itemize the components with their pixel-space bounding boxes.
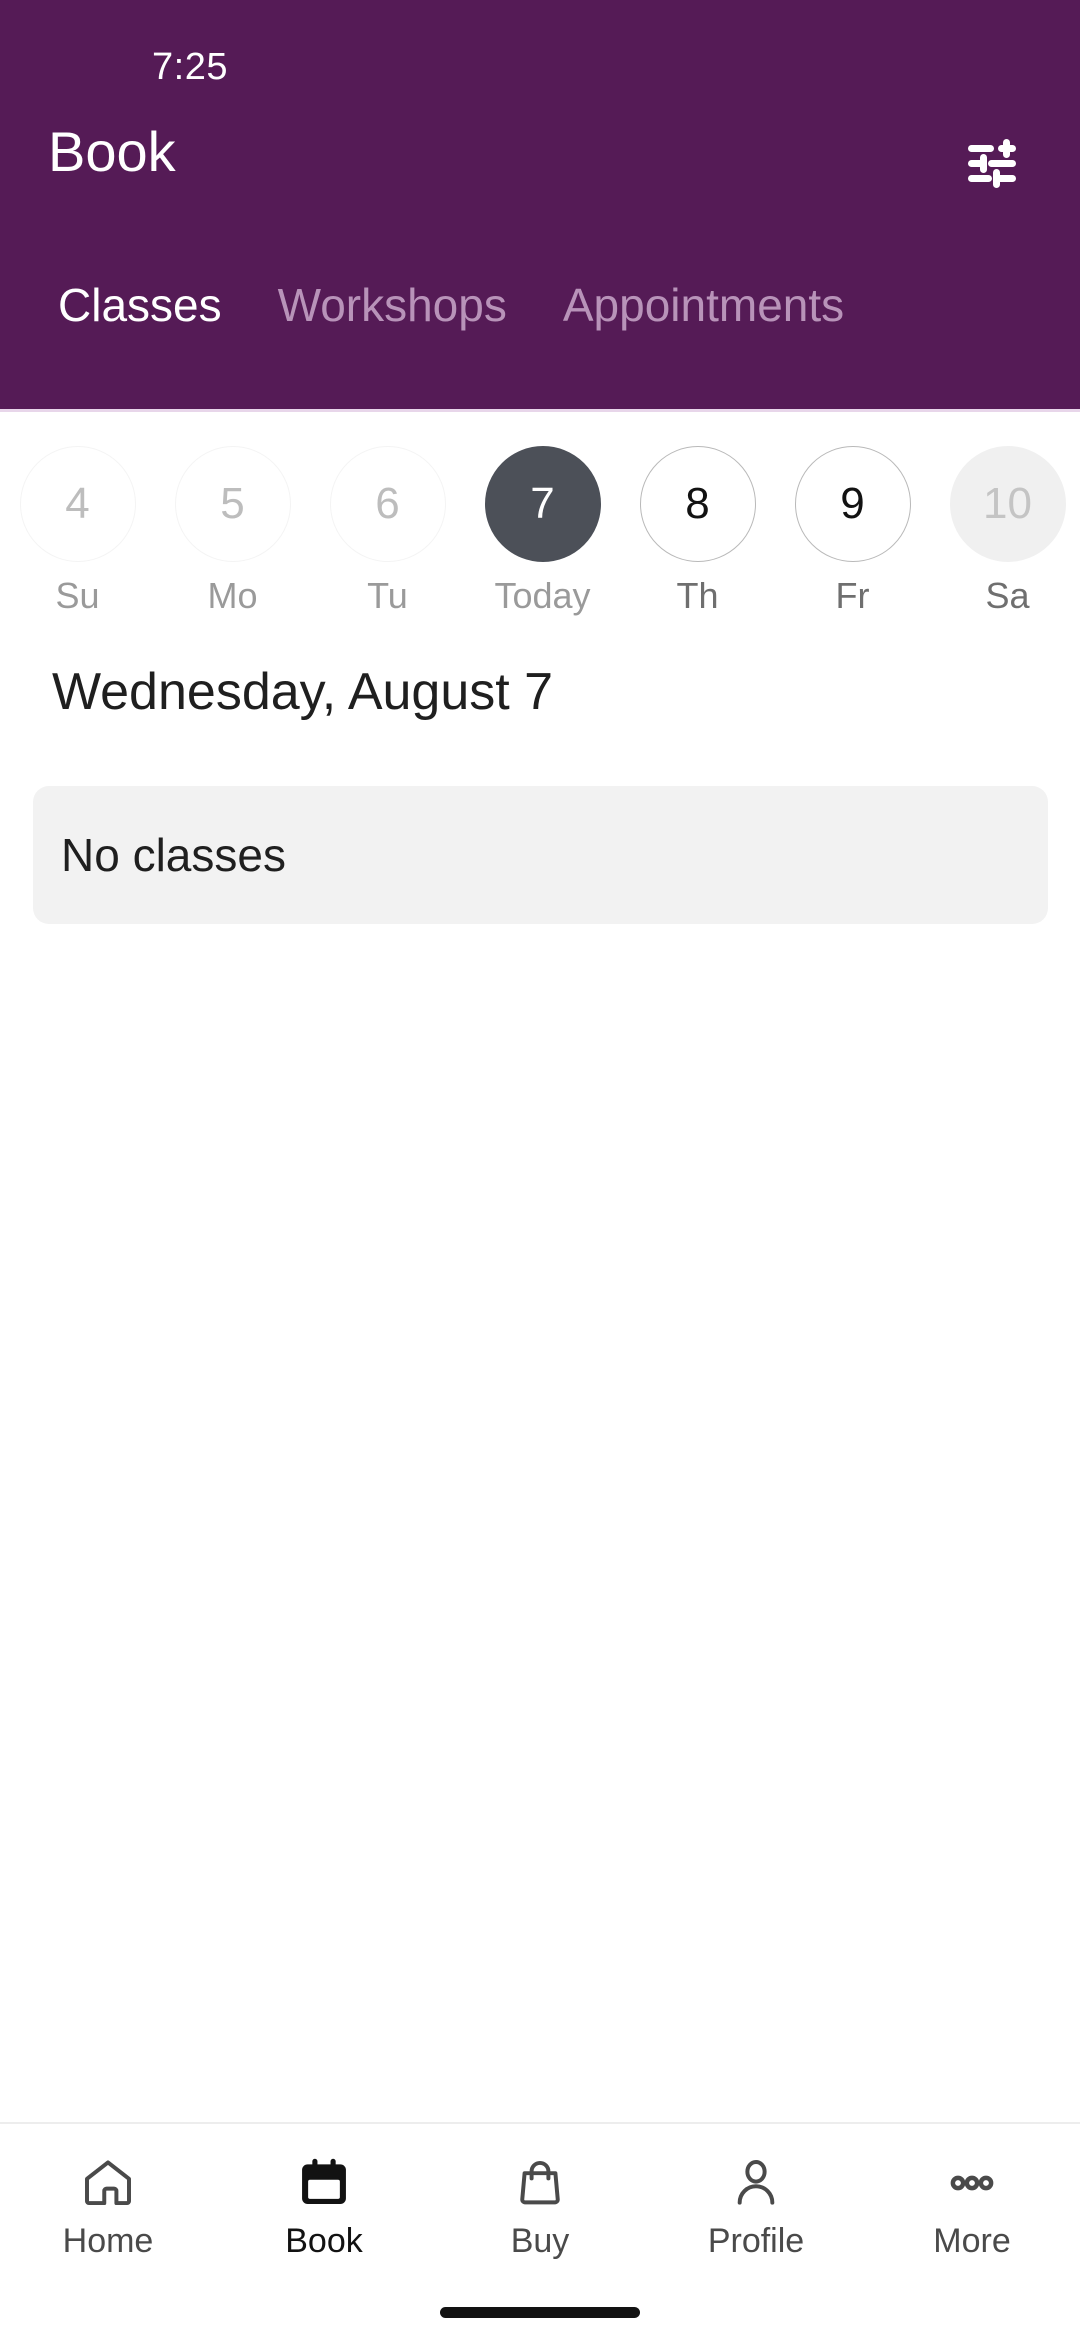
filter-button[interactable] bbox=[950, 122, 1034, 206]
date-cell-6[interactable]: 6 Tu bbox=[310, 446, 465, 632]
bag-icon bbox=[512, 2152, 568, 2214]
date-number: 7 bbox=[484, 446, 601, 562]
dots-icon bbox=[944, 2152, 1000, 2214]
date-number: 8 bbox=[639, 446, 756, 562]
date-weekday: Fr bbox=[835, 575, 870, 616]
nav-label: Home bbox=[62, 2222, 154, 2260]
app-bar: Book bbox=[0, 112, 1080, 252]
nav-item-home[interactable]: Home bbox=[0, 2124, 216, 2340]
selected-day-heading: Wednesday, August 7 bbox=[52, 663, 554, 721]
nav-item-more[interactable]: More bbox=[864, 2124, 1080, 2340]
date-weekday: Su bbox=[55, 575, 100, 616]
home-indicator[interactable] bbox=[440, 2307, 640, 2318]
date-cell-7-today[interactable]: 7 Today bbox=[465, 446, 620, 632]
app-header: 7:25 Book Classes Workshops Appointments bbox=[0, 0, 1080, 412]
date-weekday: Tu bbox=[367, 575, 408, 616]
date-strip[interactable]: 4 Su 5 Mo 6 Tu 7 Today 8 Th 9 Fr 10 Sa bbox=[0, 412, 1080, 632]
nav-item-profile[interactable]: Profile bbox=[648, 2124, 864, 2340]
page-title: Book bbox=[48, 120, 176, 183]
nav-label: Book bbox=[285, 2222, 363, 2260]
tab-appointments[interactable]: Appointments bbox=[535, 254, 872, 328]
bottom-navigation: Home Book Buy Profile More bbox=[0, 2122, 1080, 2340]
status-bar: 7:25 bbox=[0, 0, 1080, 112]
date-weekday: Today bbox=[494, 575, 591, 616]
date-number: 4 bbox=[19, 446, 136, 562]
nav-label: More bbox=[933, 2222, 1011, 2260]
tab-workshops[interactable]: Workshops bbox=[250, 254, 535, 328]
status-bar-clock: 7:25 bbox=[152, 46, 228, 88]
date-weekday: Sa bbox=[985, 575, 1030, 616]
person-icon bbox=[728, 2152, 784, 2214]
date-number: 10 bbox=[949, 446, 1066, 562]
date-cell-4[interactable]: 4 Su bbox=[0, 446, 155, 632]
calendar-icon bbox=[296, 2152, 352, 2214]
date-weekday: Th bbox=[676, 575, 719, 616]
empty-state-card: No classes bbox=[33, 786, 1048, 924]
date-number: 9 bbox=[794, 446, 911, 562]
nav-label: Profile bbox=[707, 2222, 805, 2260]
date-number: 6 bbox=[329, 446, 446, 562]
header-divider bbox=[0, 409, 1080, 412]
date-cell-5[interactable]: 5 Mo bbox=[155, 446, 310, 632]
home-icon bbox=[80, 2152, 136, 2214]
header-tabs: Classes Workshops Appointments bbox=[0, 254, 1080, 412]
date-number: 5 bbox=[174, 446, 291, 562]
empty-state-text: No classes bbox=[61, 829, 286, 881]
tune-icon bbox=[965, 139, 1019, 189]
tab-classes[interactable]: Classes bbox=[30, 254, 250, 328]
date-weekday: Mo bbox=[207, 575, 258, 616]
nav-item-book[interactable]: Book bbox=[216, 2124, 432, 2340]
date-cell-10[interactable]: 10 Sa bbox=[930, 446, 1080, 632]
date-cell-8[interactable]: 8 Th bbox=[620, 446, 775, 632]
nav-label: Buy bbox=[510, 2222, 570, 2260]
date-cell-9[interactable]: 9 Fr bbox=[775, 446, 930, 632]
